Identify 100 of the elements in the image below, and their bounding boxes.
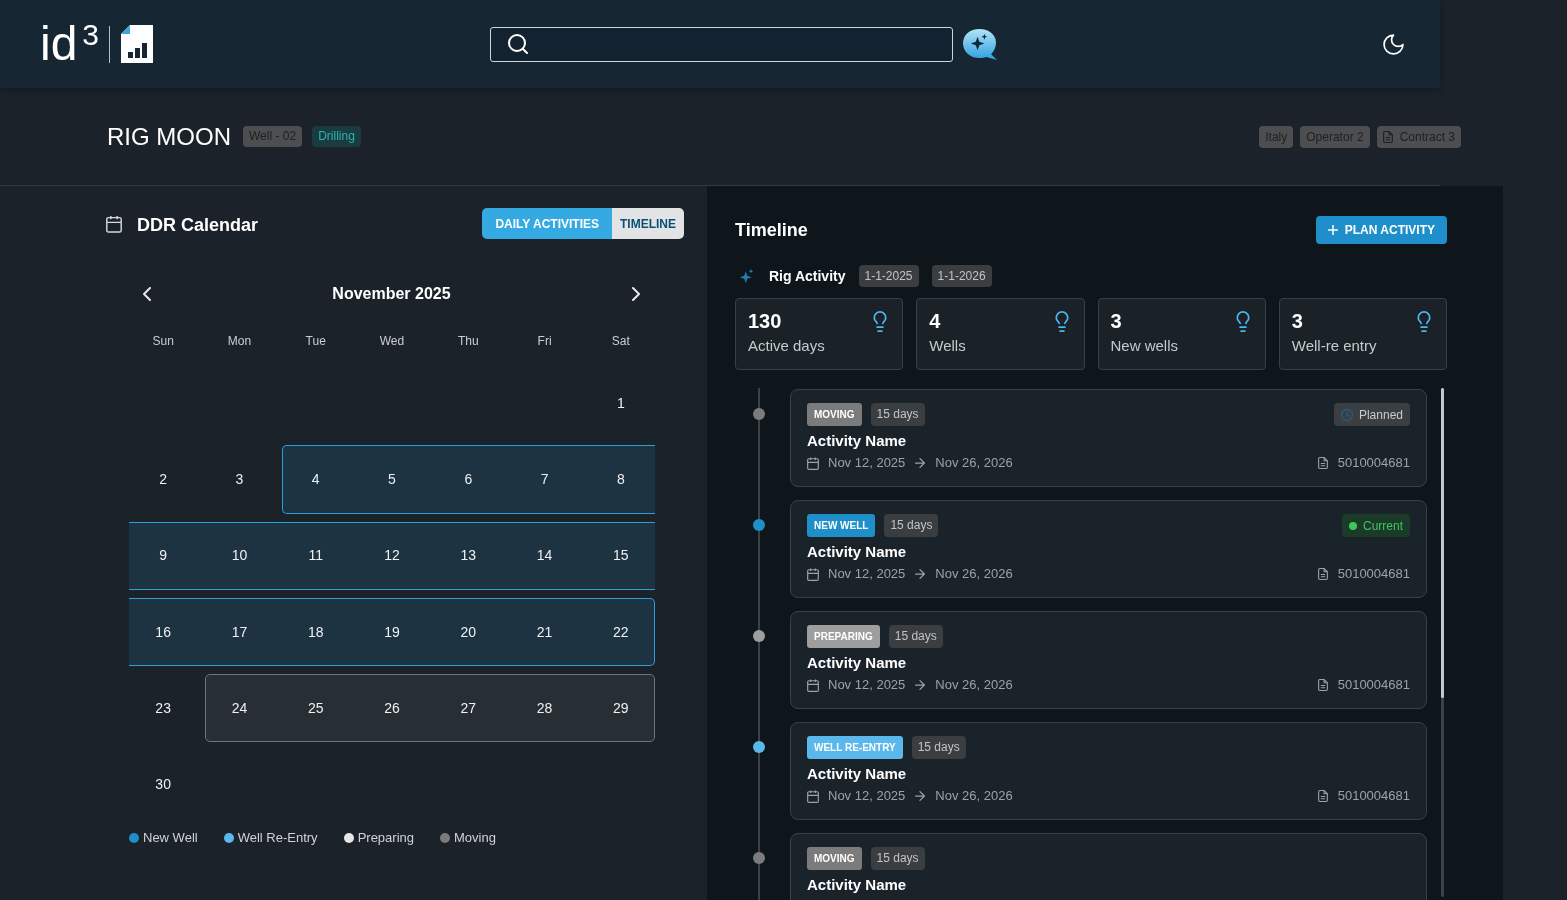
ai-chat-icon[interactable]	[961, 27, 998, 61]
start-date: Nov 12, 2025	[828, 787, 906, 806]
calendar-day[interactable]: 19	[384, 621, 400, 643]
lightbulb-icon[interactable]	[873, 311, 888, 332]
calendar-day[interactable]: 16	[155, 621, 171, 643]
calendar-day[interactable]: 30	[155, 774, 171, 796]
date-tag: 1-1-2025	[858, 265, 919, 287]
calendar-day[interactable]: 3	[235, 468, 244, 490]
end-date: Nov 26, 2026	[935, 565, 1013, 584]
search-icon	[508, 34, 528, 54]
start-date: Nov 12, 2025	[828, 676, 906, 695]
lightbulb-icon[interactable]	[1235, 311, 1250, 332]
document-icon	[1317, 568, 1328, 580]
calendar-day[interactable]: 2	[159, 468, 168, 490]
chevron-left-icon[interactable]	[143, 287, 151, 301]
clock-icon	[1340, 408, 1353, 421]
calendar-day[interactable]: 28	[536, 697, 553, 719]
weekday-label: Thu	[457, 333, 479, 350]
duration-tag: 15 days	[888, 625, 943, 648]
calendar-icon	[807, 789, 819, 803]
calendar-day[interactable]: 26	[384, 697, 400, 719]
calendar-icon	[807, 456, 819, 470]
calendar-day[interactable]: 20	[460, 621, 477, 643]
calendar-day[interactable]: 23	[155, 697, 171, 719]
weekday-label: Sun	[152, 333, 174, 350]
calendar-day[interactable]: 11	[308, 545, 323, 567]
activity-type-tag: MOVING	[807, 847, 862, 870]
activity-card[interactable]: MOVING 15 days Planned Activity Name Nov 12, 2025 Nov 26, 2026 5010004681	[790, 389, 1427, 487]
activity-name: Activity Name	[807, 875, 907, 894]
scrollbar[interactable]	[1441, 388, 1444, 897]
weekday-label: Mon	[227, 333, 252, 350]
lightbulb-icon[interactable]	[1417, 311, 1431, 332]
calendar-day[interactable]: 6	[464, 468, 473, 490]
calendar-day[interactable]: 9	[159, 545, 168, 567]
tab[interactable]: TIMELINE	[612, 208, 684, 239]
document-icon	[1317, 790, 1328, 802]
calendar-day[interactable]: 24	[231, 697, 248, 719]
calendar-day[interactable]: 5	[388, 468, 396, 490]
status-tag: Drilling	[312, 126, 361, 147]
stat-label: Well-re entry	[1291, 336, 1377, 356]
month-title: November 2025	[332, 284, 451, 304]
calendar-day[interactable]: 10	[231, 545, 248, 567]
stat-value: 130	[748, 309, 783, 333]
document-icon	[1317, 457, 1328, 469]
activity-card[interactable]: WELL RE-ENTRY 15 days Activity Name Nov 12, 2025 Nov 26, 2026 5010004681	[790, 722, 1427, 820]
stat-value: 3	[1291, 309, 1304, 333]
start-date: Nov 12, 2025	[828, 454, 906, 473]
calendar-day[interactable]: 14	[536, 545, 553, 567]
activity-card[interactable]: NEW WELL 15 days Current Activity Name Nov 12, 2025 Nov 26, 2026 5010004681	[790, 500, 1427, 598]
timeline-title: Timeline	[735, 218, 808, 242]
end-date: Nov 26, 2026	[935, 454, 1013, 473]
document-icon	[1317, 679, 1328, 691]
duration-tag: 15 days	[884, 514, 939, 537]
plan-activity-button[interactable]: PLAN ACTIVITY	[1315, 216, 1447, 244]
activity-name: Activity Name	[807, 431, 907, 450]
plus-icon	[1327, 225, 1338, 235]
document-icon	[1382, 130, 1393, 143]
reference-number: 5010004681	[1337, 454, 1410, 473]
calendar-day[interactable]: 18	[307, 621, 324, 643]
calendar-day[interactable]: 15	[613, 545, 629, 567]
stat-label: Wells	[929, 336, 966, 356]
calendar-day[interactable]: 12	[384, 545, 400, 567]
calendar-day[interactable]: 27	[460, 697, 477, 719]
calendar-day[interactable]: 22	[613, 621, 629, 643]
calendar-day[interactable]: 1	[616, 392, 625, 414]
stat-label: Active days	[748, 336, 825, 356]
calendar-day[interactable]: 7	[540, 468, 549, 490]
calendar-day[interactable]: 8	[616, 468, 625, 490]
legend-label: Preparing	[357, 829, 414, 848]
logo: id$^{3}$	[40, 20, 100, 68]
arrow-right-icon	[915, 791, 926, 801]
scrollbar-thumb[interactable]	[1441, 388, 1444, 698]
calendar-day[interactable]: 13	[460, 545, 477, 567]
activity-name: Activity Name	[807, 653, 907, 672]
sparkle-icon	[739, 268, 754, 284]
arrow-right-icon	[915, 569, 926, 579]
activity-name: Activity Name	[807, 542, 907, 561]
activity-name: Activity Name	[807, 764, 907, 783]
activity-card[interactable]: MOVING 15 days Activity Name	[790, 833, 1427, 900]
search-field[interactable]	[490, 26, 953, 62]
arrow-right-icon	[915, 680, 926, 690]
weekday-label: Tue	[305, 333, 326, 350]
calendar-day[interactable]: 4	[311, 468, 320, 490]
chevron-right-icon[interactable]	[632, 287, 640, 301]
moon-icon[interactable]	[1383, 33, 1404, 55]
calendar-day[interactable]: 21	[536, 621, 553, 643]
legend-label: Well Re-Entry	[237, 829, 318, 848]
activity-type-tag: WELL RE-ENTRY	[807, 736, 903, 759]
calendar-day[interactable]: 29	[613, 697, 629, 719]
calendar-icon	[106, 214, 122, 233]
status-label: Current	[1363, 517, 1403, 535]
lightbulb-icon[interactable]	[1054, 311, 1069, 332]
duration-tag: 15 days	[911, 736, 966, 759]
legend-label: New Well	[143, 829, 198, 848]
calendar-day[interactable]: 25	[307, 697, 324, 719]
calendar-day[interactable]: 17	[231, 621, 248, 643]
status-label: Planned	[1358, 406, 1403, 424]
activity-type-tag: PREPARING	[807, 625, 880, 648]
status-dot-icon	[1349, 521, 1357, 530]
activity-card[interactable]: PREPARING 15 days Activity Name Nov 12, 2025 Nov 26, 2026 5010004681	[790, 611, 1427, 709]
